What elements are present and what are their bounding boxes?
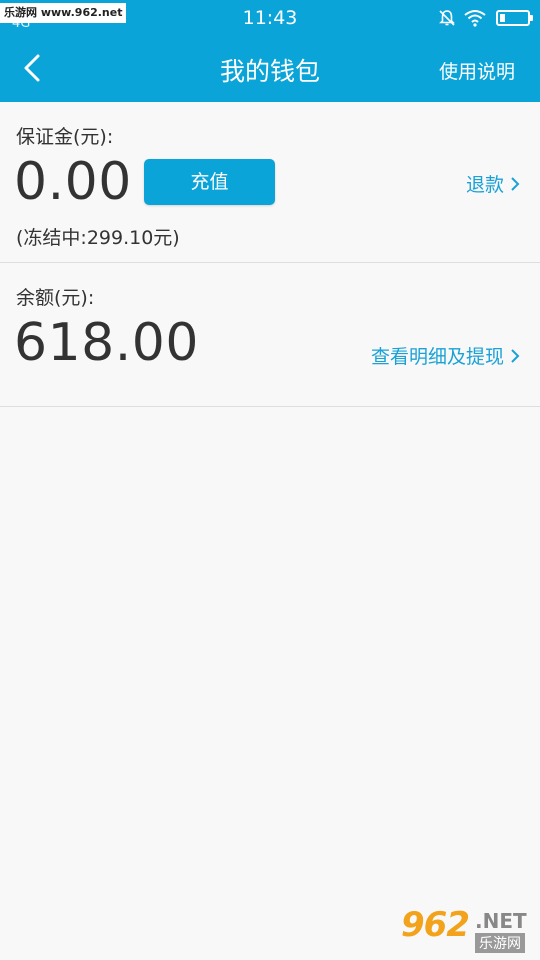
watermark-cn: 乐游网 — [475, 933, 525, 953]
refund-link[interactable]: 退款 — [466, 170, 520, 197]
status-icons — [438, 9, 533, 27]
mute-bell-icon — [438, 9, 456, 27]
view-details-withdraw-link[interactable]: 查看明细及提现 — [371, 342, 520, 369]
deposit-amount: 0.00 — [14, 152, 132, 212]
view-details-label: 查看明细及提现 — [370, 346, 504, 368]
status-bar: 乐游网 www.962.net 4G 11:43 — [0, 0, 540, 36]
watermark-logo: 962 .NET 乐游网 — [401, 905, 537, 955]
refund-label: 退款 — [465, 174, 504, 196]
balance-label: 余额(元): — [16, 287, 95, 309]
chevron-right-icon — [511, 348, 520, 363]
chevron-right-icon — [511, 176, 520, 191]
usage-instructions-link[interactable]: 使用说明 — [439, 57, 515, 84]
app-header: 乐游网 www.962.net 4G 11:43 我的钱包 使用说明 — [0, 0, 540, 102]
frozen-amount-text: (冻结中:299.10元) — [16, 227, 180, 249]
balance-amount: 618.00 — [14, 313, 199, 373]
deposit-section: 保证金(元): 0.00 充值 (冻结中:299.10元) 退款 — [0, 102, 540, 263]
deposit-label: 保证金(元): — [16, 126, 114, 148]
navigation-bar: 我的钱包 使用说明 — [0, 36, 540, 102]
watermark-net: .NET — [475, 909, 527, 933]
battery-icon — [496, 10, 533, 26]
recharge-button[interactable]: 充值 — [144, 159, 275, 205]
watermark-number: 962 — [401, 905, 470, 945]
wifi-icon — [464, 9, 486, 27]
balance-section: 余额(元): 618.00 查看明细及提现 — [0, 263, 540, 407]
